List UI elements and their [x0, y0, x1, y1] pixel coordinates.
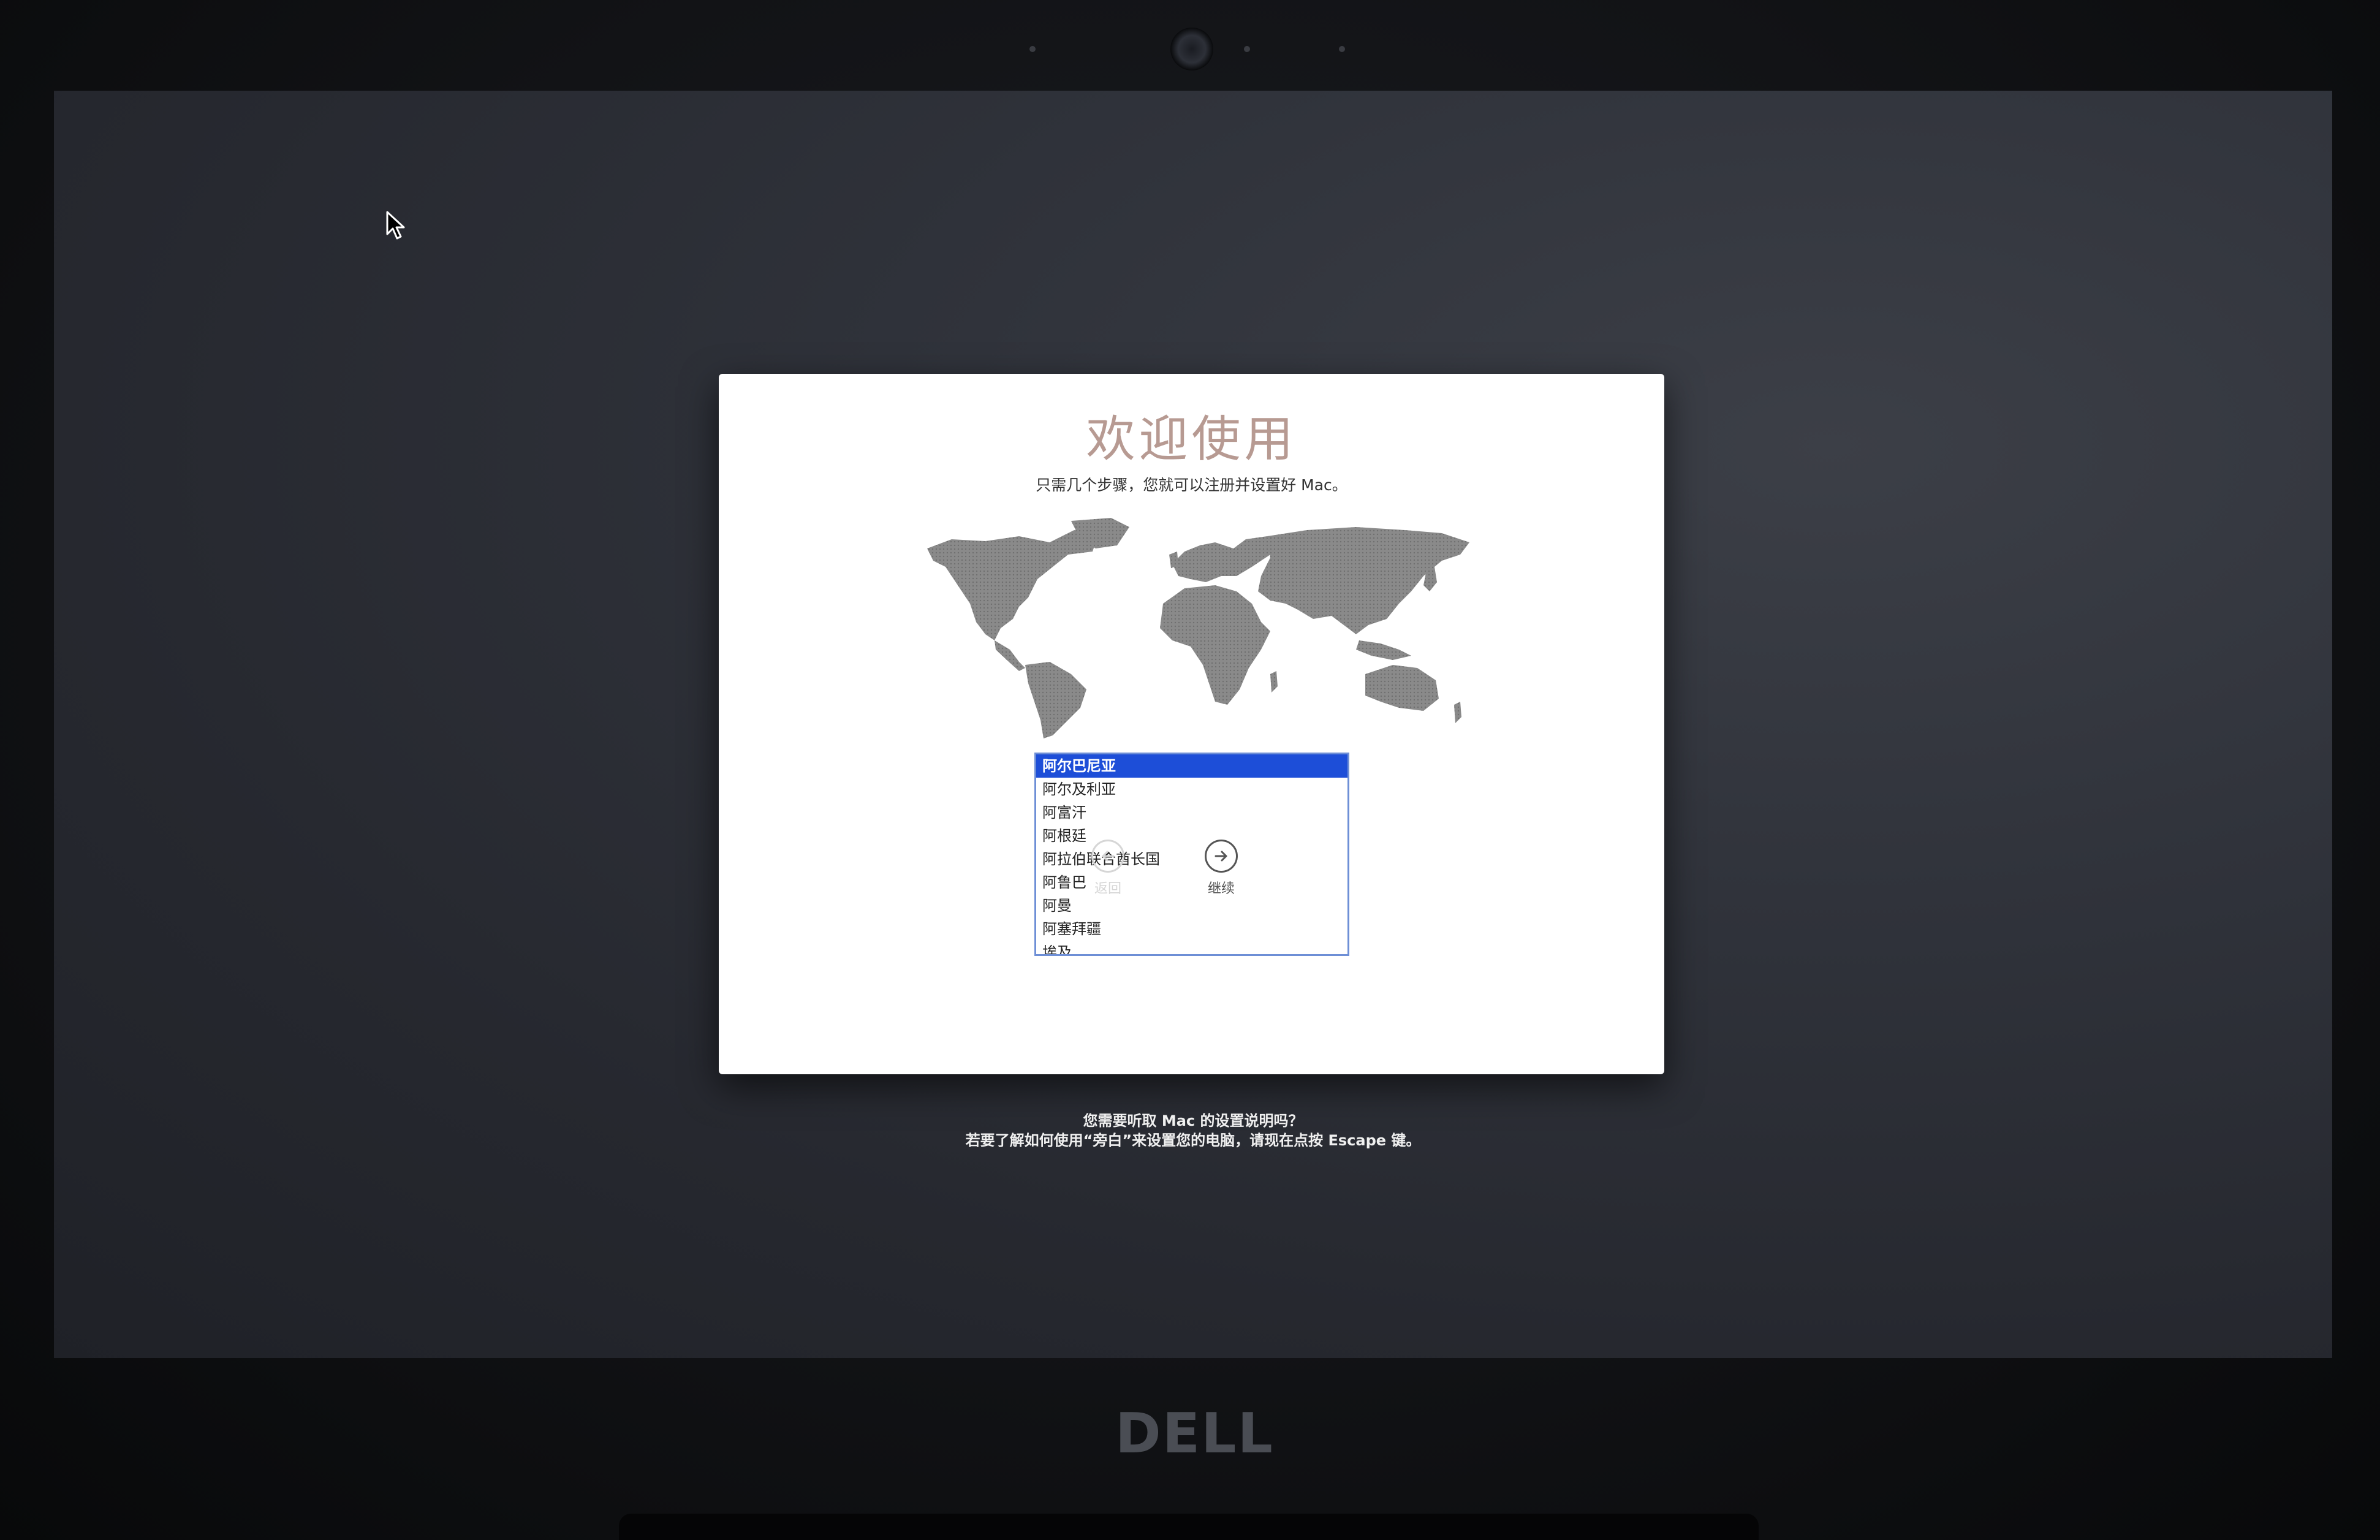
sensor-dot — [1029, 46, 1036, 52]
list-item[interactable]: 埃及 — [1036, 941, 1347, 954]
arrow-left-circle-icon — [1091, 840, 1124, 873]
help-line-1: 您需要听取 Mac 的设置说明吗？ — [1083, 1112, 1303, 1129]
page-title: 欢迎使用 — [1086, 411, 1297, 468]
setup-assistant-window: 欢迎使用 只需几个步骤，您就可以注册并设置好 Mac。 阿尔巴尼亚 阿尔及利亚 … — [719, 374, 1664, 1074]
dell-logo: DELL — [1115, 1402, 1274, 1466]
list-item[interactable]: 阿尔及利亚 — [1036, 778, 1347, 801]
laptop-bezel: 欢迎使用 只需几个步骤，您就可以注册并设置好 Mac。 阿尔巴尼亚 阿尔及利亚 … — [0, 0, 2380, 1540]
world-map-icon — [927, 518, 1469, 738]
back-label: 返回 — [1094, 881, 1121, 897]
back-button[interactable]: 返回 — [1071, 840, 1145, 913]
mouse-pointer-icon — [386, 211, 405, 240]
page-subtitle: 只需几个步骤，您就可以注册并设置好 Mac。 — [1036, 476, 1347, 494]
continue-label: 继续 — [1207, 881, 1235, 897]
sensor-dot — [1339, 46, 1345, 52]
voiceover-help: 您需要听取 Mac 的设置说明吗？ 若要了解如何使用“旁白”来设置您的电脑，请现… — [54, 1111, 2332, 1150]
laptop-hinge — [619, 1514, 1759, 1540]
list-item[interactable]: 阿塞拜疆 — [1036, 917, 1347, 941]
arrow-right-circle-icon — [1205, 840, 1238, 873]
webcam-icon — [1170, 28, 1213, 70]
help-line-2: 若要了解如何使用“旁白”来设置您的电脑，请现在点按 Escape 键。 — [965, 1132, 1421, 1149]
screen: 欢迎使用 只需几个步骤，您就可以注册并设置好 Mac。 阿尔巴尼亚 阿尔及利亚 … — [54, 91, 2332, 1358]
list-item[interactable]: 阿尔巴尼亚 — [1036, 754, 1347, 778]
sensor-dot — [1244, 46, 1250, 52]
list-item[interactable]: 阿富汗 — [1036, 801, 1347, 824]
continue-button[interactable]: 继续 — [1184, 840, 1258, 913]
